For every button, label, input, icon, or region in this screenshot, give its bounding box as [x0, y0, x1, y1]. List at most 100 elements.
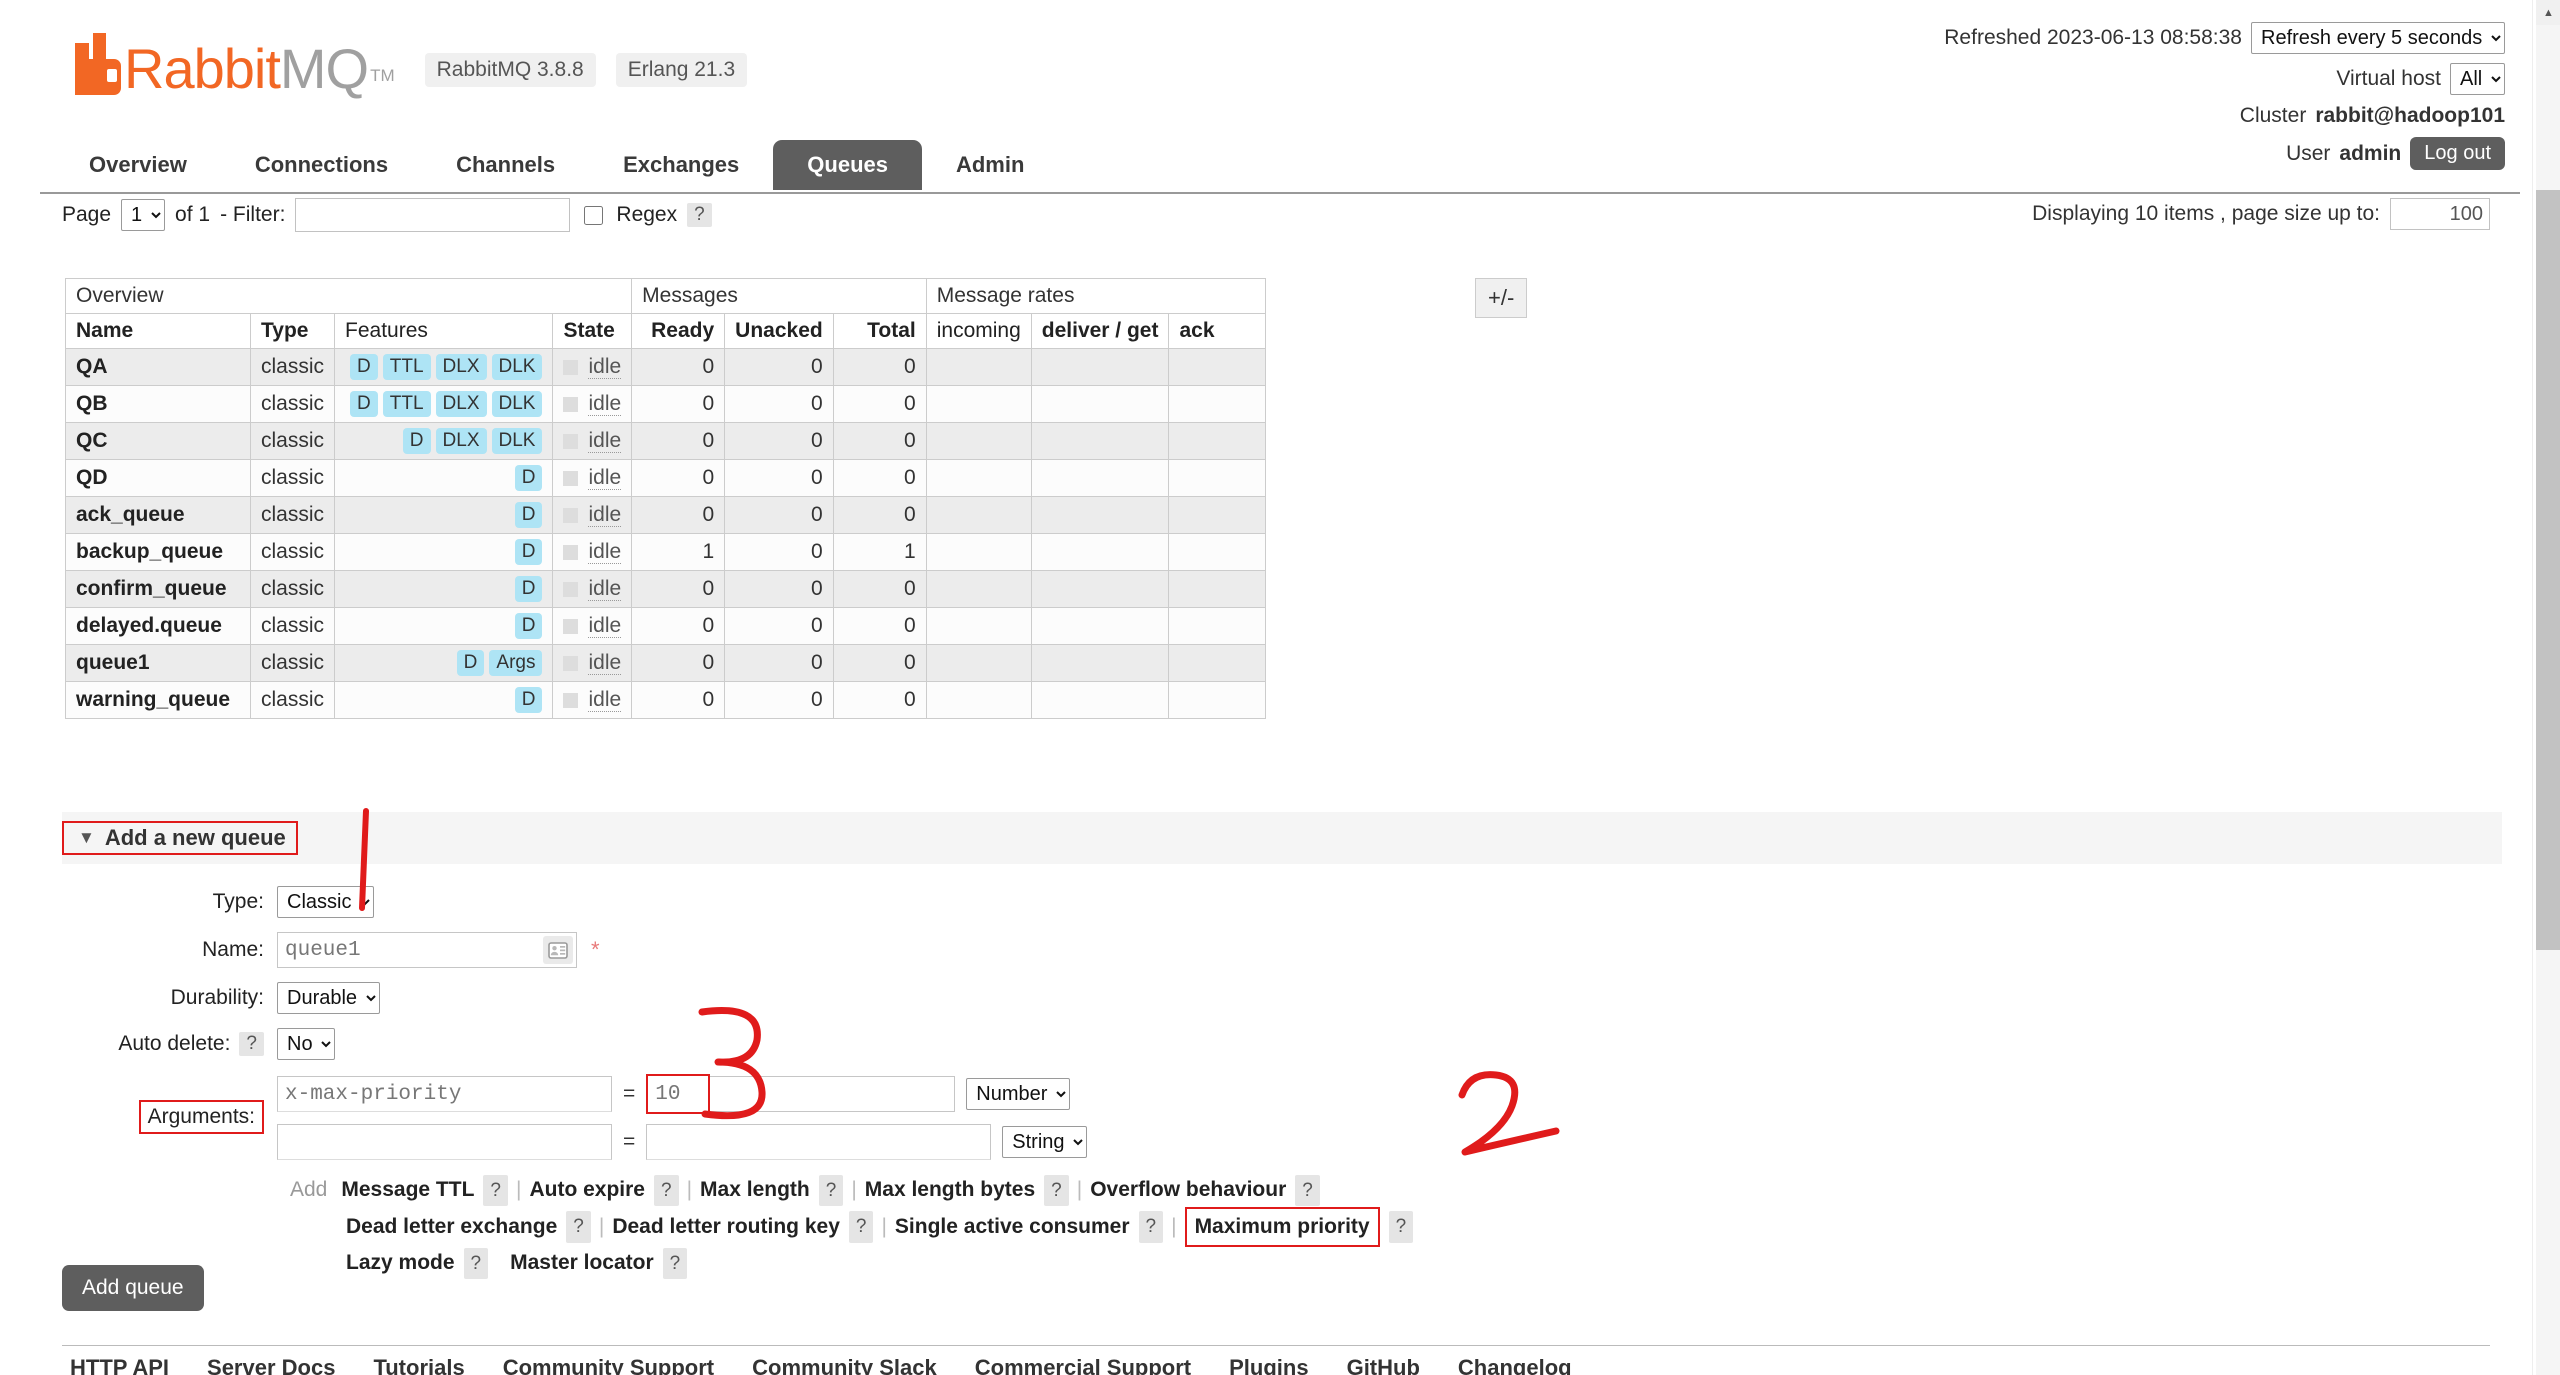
- footer-link-server-docs[interactable]: Server Docs: [207, 1355, 335, 1375]
- table-row[interactable]: QC classic D DLX DLK idle 0 0 0: [65, 422, 1267, 460]
- scroll-up-arrow-icon[interactable]: ▲: [2536, 0, 2560, 25]
- max-length-help-icon[interactable]: ?: [818, 1174, 844, 1206]
- state-indicator-icon: [563, 618, 579, 634]
- table-row[interactable]: backup_queue classic Didle 1 0 1: [65, 533, 1267, 571]
- queue-type-select[interactable]: Classic: [277, 886, 374, 918]
- add-queue-submit-button[interactable]: Add queue: [62, 1265, 204, 1311]
- regex-help-icon[interactable]: ?: [687, 203, 712, 227]
- table-row[interactable]: QB classic D TTL DLX DLK idle 0 0 0: [65, 385, 1267, 423]
- tab-channels[interactable]: Channels: [422, 140, 589, 190]
- durability-select[interactable]: Durable: [277, 982, 380, 1014]
- vhost-select[interactable]: All: [2450, 63, 2505, 95]
- add-queue-toggle[interactable]: ▼ Add a new queue: [62, 821, 298, 855]
- dead-letter-routing-key-help-icon[interactable]: ?: [848, 1211, 874, 1243]
- column-header-type[interactable]: Type: [249, 313, 336, 349]
- state-indicator-icon: [563, 692, 579, 708]
- argument-key-input-1[interactable]: [277, 1076, 612, 1112]
- state-indicator-icon: [563, 581, 579, 597]
- queue-name-cell[interactable]: ack_queue: [65, 496, 251, 534]
- dead-letter-exchange-help-icon[interactable]: ?: [566, 1211, 591, 1243]
- autodelete-select[interactable]: No: [277, 1028, 335, 1060]
- quick-link-dead-letter-routing-key[interactable]: Dead letter routing key: [612, 1211, 840, 1244]
- argument-type-select-2[interactable]: String: [1002, 1126, 1088, 1158]
- page-size-input[interactable]: [2390, 198, 2490, 230]
- queue-name-cell[interactable]: warning_queue: [65, 681, 251, 719]
- queue-name-cell[interactable]: QC: [65, 422, 251, 460]
- quick-link-lazy-mode[interactable]: Lazy mode: [346, 1247, 455, 1280]
- quick-link-master-locator[interactable]: Master locator: [510, 1247, 654, 1280]
- footer-link-plugins[interactable]: Plugins: [1229, 1355, 1308, 1375]
- maximum-priority-help-icon[interactable]: ?: [1388, 1211, 1414, 1243]
- refresh-interval-select[interactable]: Refresh every 5 seconds: [2251, 22, 2505, 54]
- overflow-behaviour-help-icon[interactable]: ?: [1295, 1174, 1320, 1206]
- quick-link-max-length-bytes[interactable]: Max length bytes: [865, 1174, 1035, 1207]
- address-book-icon[interactable]: [543, 936, 573, 964]
- tab-exchanges[interactable]: Exchanges: [589, 140, 773, 190]
- table-row[interactable]: ack_queue classic Didle 0 0 0: [65, 496, 1267, 534]
- rabbitmq-logo[interactable]: RabbitMQ TM RabbitMQ 3.8.8 Erlang 21.3: [75, 33, 748, 97]
- queue-name-cell[interactable]: QD: [65, 459, 251, 497]
- autodelete-help-icon[interactable]: ?: [239, 1032, 264, 1056]
- column-toggle-button[interactable]: +/-: [1475, 278, 1528, 318]
- quick-link-maximum-priority[interactable]: Maximum priority: [1195, 1215, 1370, 1238]
- footer-link-community-slack[interactable]: Community Slack: [752, 1355, 937, 1375]
- footer-link-github[interactable]: GitHub: [1347, 1355, 1420, 1375]
- master-locator-help-icon[interactable]: ?: [662, 1247, 688, 1280]
- footer-link-http-api[interactable]: HTTP API: [70, 1355, 169, 1375]
- argument-key-input-2[interactable]: [277, 1124, 612, 1160]
- regex-checkbox[interactable]: [584, 205, 604, 225]
- message-ttl-help-icon[interactable]: ?: [483, 1174, 508, 1206]
- footer-link-changelog[interactable]: Changelog: [1458, 1355, 1572, 1375]
- tab-connections[interactable]: Connections: [221, 140, 422, 190]
- table-row[interactable]: queue1 classic D Args idle 0 0 0: [65, 644, 1267, 682]
- footer-link-community-support[interactable]: Community Support: [503, 1355, 714, 1375]
- table-row[interactable]: QD classic Didle 0 0 0: [65, 459, 1267, 497]
- quick-link-auto-expire[interactable]: Auto expire: [529, 1174, 645, 1207]
- column-header-state[interactable]: State: [552, 313, 633, 349]
- filter-input[interactable]: [295, 198, 571, 232]
- column-header-total[interactable]: Total: [832, 313, 927, 349]
- user-name: admin: [2339, 141, 2402, 165]
- auto-expire-help-icon[interactable]: ?: [654, 1174, 679, 1206]
- tab-queues[interactable]: Queues: [773, 140, 922, 190]
- queue-name-input[interactable]: [277, 932, 577, 968]
- table-row[interactable]: warning_queue classic Didle 0 0 0: [65, 681, 1267, 719]
- queue-name-cell[interactable]: queue1: [65, 644, 251, 682]
- quick-link-dead-letter-exchange[interactable]: Dead letter exchange: [346, 1211, 557, 1244]
- footer-link-tutorials[interactable]: Tutorials: [373, 1355, 464, 1375]
- argument-value-input-2[interactable]: [646, 1124, 992, 1160]
- column-header-deliver-get[interactable]: deliver / get: [1030, 313, 1170, 349]
- column-header-name[interactable]: Name: [65, 313, 251, 349]
- queue-ready-cell: 0: [631, 644, 726, 682]
- quick-link-message-ttl[interactable]: Message TTL: [341, 1174, 474, 1207]
- quick-link-overflow-behaviour[interactable]: Overflow behaviour: [1090, 1174, 1286, 1207]
- column-header-ready[interactable]: Ready: [631, 313, 726, 349]
- column-header-ack[interactable]: ack: [1168, 313, 1267, 349]
- queue-name-cell[interactable]: backup_queue: [65, 533, 251, 571]
- queue-name-cell[interactable]: QB: [65, 385, 251, 423]
- argument-value-input-1[interactable]: [648, 1076, 709, 1112]
- footer-link-commercial-support[interactable]: Commercial Support: [975, 1355, 1191, 1375]
- max-length-bytes-help-icon[interactable]: ?: [1044, 1174, 1069, 1206]
- form-row-arguments: Arguments: = Number: [62, 1074, 2502, 1160]
- tab-admin[interactable]: Admin: [922, 140, 1058, 190]
- quick-link-max-length[interactable]: Max length: [700, 1174, 810, 1207]
- column-header-unacked[interactable]: Unacked: [724, 313, 834, 349]
- table-row[interactable]: QA classic D TTL DLX DLK idle 0 0 0: [65, 348, 1267, 386]
- lazy-mode-help-icon[interactable]: ?: [463, 1247, 489, 1280]
- table-row[interactable]: confirm_queue classic Didle 0 0 0: [65, 570, 1267, 608]
- page-select[interactable]: 1: [121, 199, 166, 231]
- queue-name-cell[interactable]: QA: [65, 348, 251, 386]
- tab-overview[interactable]: Overview: [55, 140, 221, 190]
- queue-name-cell[interactable]: delayed.queue: [65, 607, 251, 645]
- queue-name-cell[interactable]: confirm_queue: [65, 570, 251, 608]
- scrollbar-thumb[interactable]: [2536, 190, 2560, 950]
- argument-type-select-1[interactable]: Number: [966, 1078, 1071, 1110]
- table-row[interactable]: delayed.queue classic Didle 0 0 0: [65, 607, 1267, 645]
- quick-link-single-active-consumer[interactable]: Single active consumer: [895, 1211, 1130, 1244]
- single-active-consumer-help-icon[interactable]: ?: [1138, 1211, 1164, 1243]
- logout-button[interactable]: Log out: [2410, 137, 2505, 170]
- vhost-label: Virtual host: [2336, 67, 2441, 90]
- logo-text-rabbit: Rabbit: [124, 37, 281, 100]
- page-scrollbar[interactable]: ▲: [2532, 0, 2560, 1375]
